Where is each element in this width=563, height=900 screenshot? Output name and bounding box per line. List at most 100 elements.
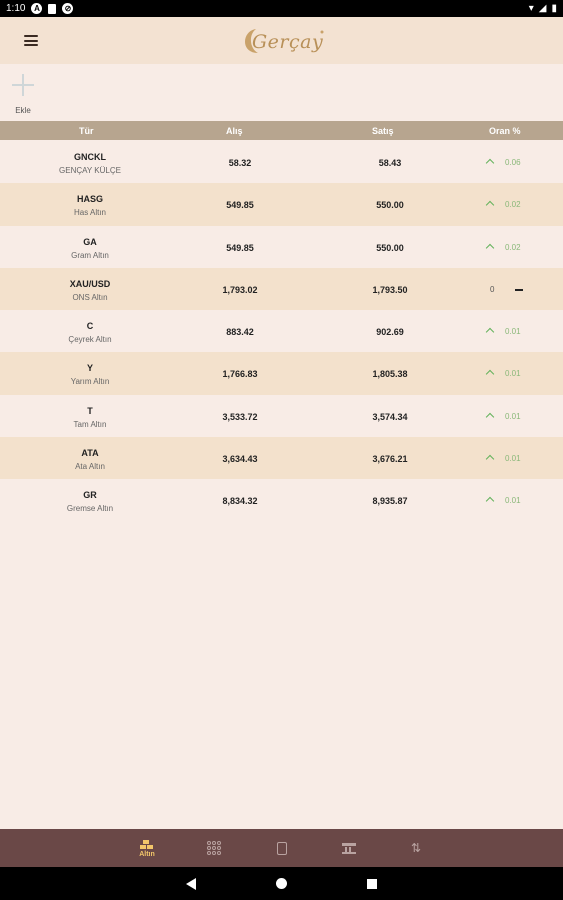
table-header: Tür Alış Satış Oran % (0, 121, 563, 140)
column-header-type: Tür (79, 126, 94, 136)
trend-up-icon (485, 412, 495, 422)
column-header-buy: Alış (226, 126, 243, 136)
row-name: Ata Altın (75, 462, 105, 472)
swap-icon: ⇅ (410, 841, 422, 855)
plus-icon (11, 73, 35, 97)
row-sell: 1,793.50 (372, 284, 408, 295)
trend-up-icon (485, 454, 495, 464)
table-row[interactable]: C Çeyrek Altın 883.42 902.69 0.01 (0, 310, 563, 352)
trend-up-icon (485, 201, 495, 210)
row-name: Gram Altın (71, 250, 109, 260)
currency-grid-icon (207, 841, 221, 855)
trend-up-icon (485, 327, 495, 337)
table-row[interactable]: XAU/USD ONS Altın 1,793.02 1,793.50 0 (0, 267, 563, 311)
trend-flat-icon (515, 288, 523, 291)
row-name: Yarım Altın (70, 377, 110, 387)
column-header-sell: Satış (372, 126, 394, 136)
row-name: Çeyrek Altın (68, 335, 112, 345)
row-code: ATA (81, 448, 99, 459)
back-icon[interactable] (186, 878, 196, 890)
row-code: GA (83, 236, 97, 247)
table-row[interactable]: Y Yarım Altın 1,766.83 1,805.38 0.01 (0, 352, 563, 395)
row-buy: 1,793.02 (222, 284, 258, 295)
gold-bars-icon (140, 839, 154, 849)
trend-up-icon (485, 158, 495, 168)
row-rate: 0.01 (505, 496, 521, 506)
row-sell: 1,805.38 (372, 369, 408, 380)
notification-a-icon: A (31, 3, 43, 14)
row-sell: 58.43 (378, 158, 402, 168)
bank-icon (342, 842, 356, 854)
block-icon: ⊘ (62, 3, 74, 14)
nav-tab-gold[interactable]: Altın (127, 829, 167, 867)
nav-label-gold: Altın (139, 850, 155, 858)
nav-tab-swap[interactable]: ⇅ (396, 829, 436, 867)
row-rate: 0.01 (505, 411, 521, 421)
row-buy: 8,834.32 (222, 496, 258, 507)
column-header-rate: Oran % (489, 126, 521, 136)
row-sell: 902.69 (376, 327, 404, 338)
bottom-nav: Altın ⇅ (0, 829, 563, 867)
add-label: Ekle (15, 106, 31, 115)
row-code: C (86, 321, 94, 332)
row-sell: 550.00 (376, 242, 404, 253)
row-rate: 0.01 (505, 327, 521, 337)
row-rate: 0.06 (505, 158, 521, 167)
table-row[interactable]: GR Gremse Altın 8,834.32 8,935.87 0.01 (0, 479, 563, 521)
row-rate: 0.02 (505, 242, 521, 252)
row-name: Gremse Altın (66, 504, 114, 514)
row-code: Y (86, 363, 93, 374)
table-row[interactable]: T Tam Altın 3,533.72 3,574.34 0.01 (0, 395, 563, 437)
trend-up-icon (485, 243, 495, 252)
table-row[interactable]: ATA Ata Altın 3,634.43 3,676.21 0.01 (0, 437, 563, 480)
wifi-icon: ▾ (528, 3, 534, 14)
sim-card-icon (48, 3, 57, 14)
price-table: GNCKL GENÇAY KÜLÇE 58.32 58.43 0.06 HASG… (0, 141, 563, 522)
row-buy: 58.32 (228, 158, 252, 168)
row-rate: 0 (490, 284, 495, 294)
row-name: Has Altın (73, 208, 106, 218)
row-name: Tam Altın (73, 419, 107, 429)
logo-text: Gerçay (252, 31, 324, 53)
row-sell: 3,676.21 (372, 454, 408, 465)
home-icon[interactable] (276, 878, 287, 889)
status-time: 1:10 (6, 3, 26, 14)
table-row[interactable]: GA Gram Altın 549.85 550.00 0.02 (0, 226, 563, 268)
nav-tab-bank[interactable] (329, 829, 369, 867)
row-sell: 550.00 (376, 200, 404, 211)
row-buy: 3,533.72 (222, 411, 258, 422)
add-button[interactable]: Ekle (8, 73, 38, 118)
row-code: XAU/USD (69, 278, 111, 289)
row-buy: 883.42 (226, 327, 254, 338)
nav-tab-currency[interactable] (194, 829, 234, 867)
row-rate: 0.01 (505, 369, 521, 379)
table-row[interactable]: GNCKL GENÇAY KÜLÇE 58.32 58.43 0.06 (0, 141, 563, 183)
recent-apps-icon[interactable] (367, 879, 377, 889)
row-rate: 0.02 (505, 200, 521, 210)
nav-tab-calculator[interactable] (262, 829, 302, 867)
row-sell: 8,935.87 (372, 496, 408, 507)
system-nav-bar (0, 867, 563, 900)
table-row[interactable]: HASG Has Altın 549.85 550.00 0.02 (0, 183, 563, 226)
row-code: GNCKL (74, 152, 106, 162)
logo: Gerçay (238, 25, 328, 57)
row-name: GENÇAY KÜLÇE (59, 166, 121, 175)
hamburger-menu-icon[interactable] (24, 35, 38, 46)
row-sell: 3,574.34 (372, 411, 408, 422)
row-buy: 549.85 (226, 200, 254, 211)
row-code: GR (83, 490, 97, 501)
cellular-icon: ◢ (538, 3, 547, 14)
battery-icon: ▮ (551, 3, 557, 14)
row-buy: 1,766.83 (222, 369, 258, 380)
trend-up-icon (485, 497, 495, 506)
row-buy: 549.85 (226, 242, 254, 253)
calculator-icon (277, 841, 287, 855)
row-code: T (87, 405, 93, 416)
row-rate: 0.01 (505, 454, 521, 464)
row-buy: 3,634.43 (222, 454, 258, 465)
status-bar: 1:10 A ⊘ ▾ ◢ ▮ (0, 0, 563, 17)
trend-up-icon (485, 370, 495, 379)
row-name: ONS Altın (72, 292, 108, 302)
row-code: HASG (76, 194, 103, 205)
app-header: Gerçay (0, 17, 563, 64)
